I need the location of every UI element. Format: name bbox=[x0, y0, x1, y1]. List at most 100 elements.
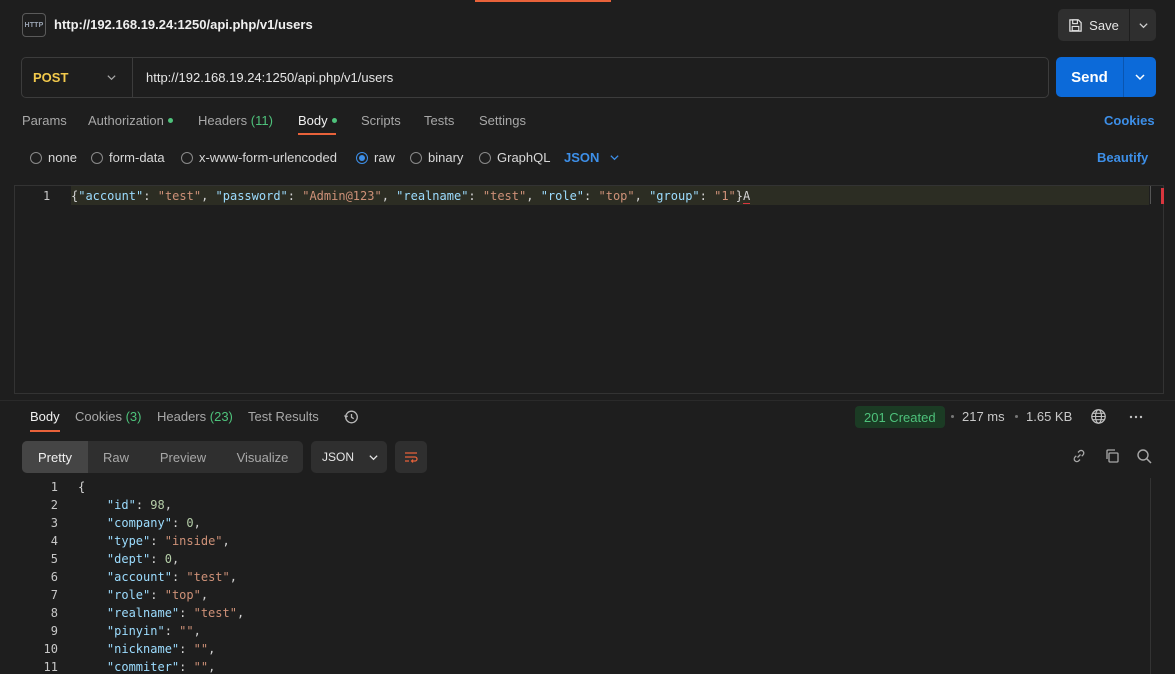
active-tab-underline bbox=[298, 133, 336, 135]
search-icon[interactable] bbox=[1136, 448, 1152, 464]
line-number: 2 bbox=[50, 498, 58, 512]
request-body-code[interactable]: {"account": "test", "password": "Admin@1… bbox=[71, 189, 751, 204]
json-comma: , bbox=[193, 624, 201, 638]
json-key: "nickname" bbox=[106, 642, 180, 656]
beautify-link[interactable]: Beautify bbox=[1097, 150, 1148, 165]
body-type-urlencoded[interactable]: x-www-form-urlencoded bbox=[181, 150, 337, 165]
json-brace: { bbox=[78, 480, 86, 494]
json-comma: , bbox=[200, 588, 209, 602]
tab-body-label: Body bbox=[298, 113, 328, 128]
tab-headers[interactable]: Headers (11) bbox=[198, 113, 273, 128]
chevron-down-icon bbox=[1135, 74, 1145, 81]
url-input[interactable]: http://192.168.19.24:1250/api.php/v1/use… bbox=[146, 70, 393, 85]
body-language-select[interactable]: JSON bbox=[564, 150, 620, 165]
response-format-select[interactable]: JSON bbox=[311, 441, 387, 473]
save-label: Save bbox=[1089, 17, 1119, 33]
response-tab-cookies[interactable]: Cookies (3) bbox=[75, 409, 141, 424]
json-key: "realname" bbox=[106, 606, 180, 620]
body-type-raw[interactable]: raw bbox=[356, 150, 395, 165]
globe-icon[interactable] bbox=[1090, 408, 1107, 425]
tab-settings[interactable]: Settings bbox=[479, 113, 526, 128]
response-body-code[interactable]: { "id": 98, "company": 0, "type": "insid… bbox=[78, 478, 244, 674]
headers-count: (11) bbox=[250, 113, 273, 128]
body-language-label: JSON bbox=[564, 150, 600, 165]
floppy-disk-icon bbox=[1069, 18, 1082, 32]
json-key: "commiter" bbox=[106, 660, 180, 674]
request-body-editor[interactable]: 1 {"account": "test", "password": "Admin… bbox=[14, 185, 1164, 394]
body-type-none[interactable]: none bbox=[30, 150, 77, 165]
tab-authorization-label: Authorization bbox=[88, 113, 164, 128]
json-key: "id" bbox=[106, 498, 136, 512]
copy-icon[interactable] bbox=[1104, 448, 1120, 464]
json-value: "top" bbox=[164, 588, 201, 602]
send-button-group: Send bbox=[1056, 57, 1156, 97]
link-icon[interactable] bbox=[1071, 448, 1087, 464]
cookies-link[interactable]: Cookies bbox=[1104, 113, 1155, 128]
json-colon: : bbox=[164, 624, 180, 638]
json-key: "dept" bbox=[106, 552, 151, 566]
more-options-icon[interactable] bbox=[1128, 409, 1144, 425]
json-colon: : bbox=[171, 516, 187, 530]
json-key: "company" bbox=[106, 516, 172, 530]
view-tab-pretty[interactable]: Pretty bbox=[22, 441, 88, 473]
radio-icon bbox=[91, 151, 103, 164]
tab-scripts[interactable]: Scripts bbox=[361, 113, 401, 128]
wrap-lines-button[interactable] bbox=[395, 441, 427, 473]
response-time[interactable]: 217 ms bbox=[962, 409, 1005, 424]
json-value: "1" bbox=[714, 189, 736, 203]
history-icon[interactable] bbox=[343, 409, 359, 425]
json-comma: , bbox=[222, 534, 230, 548]
json-punct: , bbox=[526, 189, 541, 203]
save-options-button[interactable] bbox=[1130, 9, 1156, 41]
json-key: "password" bbox=[215, 189, 288, 203]
response-scrollbar[interactable] bbox=[1150, 478, 1151, 674]
method-select[interactable]: POST bbox=[22, 58, 133, 97]
tab-params[interactable]: Params bbox=[22, 113, 67, 128]
body-type-form-data[interactable]: form-data bbox=[91, 150, 165, 165]
response-tab-headers[interactable]: Headers (23) bbox=[157, 409, 233, 424]
send-button[interactable]: Send bbox=[1056, 57, 1124, 97]
body-type-graphql-label: GraphQL bbox=[497, 150, 551, 165]
view-tab-preview[interactable]: Preview bbox=[144, 441, 222, 473]
code-line: "type": "inside", bbox=[78, 532, 244, 550]
code-line: "dept": 0, bbox=[78, 550, 244, 568]
json-colon: : bbox=[150, 588, 165, 602]
body-type-graphql[interactable]: GraphQL bbox=[479, 150, 550, 165]
code-line: "account": "test", bbox=[78, 568, 244, 586]
json-value: 0 bbox=[164, 552, 172, 566]
status-badge[interactable]: 201 Created bbox=[855, 406, 945, 428]
response-size[interactable]: 1.65 KB bbox=[1026, 409, 1072, 424]
json-colon: : bbox=[179, 606, 194, 620]
request-title[interactable]: http://192.168.19.24:1250/api.php/v1/use… bbox=[54, 17, 313, 32]
view-tab-visualize[interactable]: Visualize bbox=[222, 441, 303, 473]
line-number: 11 bbox=[43, 660, 58, 674]
json-punct: , bbox=[634, 189, 650, 203]
radio-icon bbox=[479, 151, 491, 164]
json-punct: , bbox=[201, 189, 216, 203]
json-colon: : bbox=[179, 660, 194, 674]
body-type-raw-label: raw bbox=[374, 150, 395, 165]
chevron-down-icon bbox=[107, 75, 116, 81]
json-value: "Admin@123" bbox=[302, 189, 382, 203]
tab-authorization[interactable]: Authorization bbox=[88, 113, 173, 128]
json-key: "type" bbox=[106, 534, 151, 548]
cookies-count: (3) bbox=[125, 409, 142, 424]
response-tab-test-results[interactable]: Test Results bbox=[248, 409, 319, 424]
tab-body[interactable]: Body bbox=[298, 113, 337, 128]
body-type-binary[interactable]: binary bbox=[410, 150, 463, 165]
json-comma: , bbox=[164, 498, 172, 512]
json-colon: : bbox=[150, 552, 165, 566]
editor-scroll-marker[interactable] bbox=[1150, 186, 1164, 204]
json-colon: : bbox=[699, 189, 715, 203]
tab-tests[interactable]: Tests bbox=[424, 113, 454, 128]
chevron-down-icon bbox=[369, 454, 378, 460]
json-value: "top" bbox=[598, 189, 635, 203]
save-button[interactable]: Save bbox=[1058, 9, 1130, 41]
send-options-button[interactable] bbox=[1124, 57, 1156, 97]
response-tab-body[interactable]: Body bbox=[30, 409, 60, 424]
view-tab-raw[interactable]: Raw bbox=[88, 441, 144, 473]
